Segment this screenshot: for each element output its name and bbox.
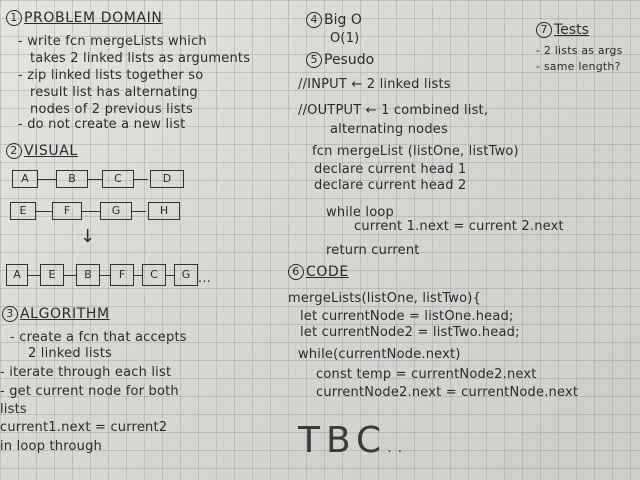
algorithm-line-2: 2 linked lists	[28, 346, 112, 361]
pseudo-line-4: while loop	[326, 205, 394, 220]
problem-line-2: takes 2 linked lists as arguments	[30, 51, 251, 66]
problem-line-4: result list has alternating	[30, 85, 198, 100]
node-link	[100, 275, 110, 276]
pseudo-line-1: fcn mergeList (listOne, listTwo)	[312, 144, 519, 159]
section-number-1: 1	[6, 10, 22, 26]
section-number-6: 6	[288, 264, 304, 280]
visual-heading: 2 VISUAL	[6, 143, 78, 159]
algorithm-line-3: - iterate through each list	[0, 365, 172, 380]
node-link	[134, 275, 142, 276]
big-o-value: O(1)	[330, 31, 360, 46]
code-heading: 6 CODE	[288, 264, 349, 280]
section-number-3: 3	[2, 306, 18, 322]
node-link	[132, 211, 146, 212]
problem-line-3: - zip linked lists together so	[18, 68, 204, 83]
problem-line-6: - do not create a new list	[18, 117, 186, 132]
pseudo-line-5: current 1.next = current 2.next	[354, 219, 564, 234]
list-node: F	[52, 202, 82, 220]
code-line-2: let currentNode = listOne.head;	[300, 309, 514, 324]
tests-title: Tests	[554, 22, 589, 38]
code-line-1: mergeLists(listOne, listTwo){	[288, 291, 482, 306]
section-number-5: 5	[306, 52, 322, 68]
list-node: D	[150, 170, 184, 188]
node-link	[28, 275, 40, 276]
pseudo-input: //INPUT ← 2 linked lists	[298, 77, 451, 92]
problem-domain-title: PROBLEM DOMAIN	[24, 10, 163, 26]
algorithm-line-4: - get current node for both	[0, 384, 179, 399]
algorithm-line-6: current1.next = current2	[0, 420, 168, 435]
pseudo-line-3: declare current head 2	[314, 178, 467, 193]
list-node: A	[6, 264, 28, 286]
code-line-5: const temp = currentNode2.next	[316, 367, 537, 382]
down-arrow-icon: ↓	[80, 226, 96, 247]
tbc-dots: ..	[387, 440, 409, 456]
algorithm-line-7: in loop through	[0, 439, 102, 454]
big-o-title: Big O	[324, 12, 362, 28]
big-o-heading: 4 Big O	[306, 12, 362, 28]
pseudo-line-2: declare current head 1	[314, 162, 467, 177]
list-node: B	[56, 170, 88, 188]
problem-line-1: - write fcn mergeLists which	[18, 34, 207, 49]
tests-heading: 7 Tests	[536, 22, 589, 38]
list-node: E	[10, 202, 36, 220]
tests-line-2: - same length?	[536, 60, 621, 73]
list-node: G	[174, 264, 198, 286]
pseudo-output-1: //OUTPUT ← 1 combined list,	[298, 103, 489, 118]
node-link	[38, 179, 56, 180]
list-node: C	[102, 170, 134, 188]
list-node: H	[148, 202, 180, 220]
algorithm-heading: 3 ALGORITHM	[2, 306, 110, 322]
problem-domain-heading: 1 PROBLEM DOMAIN	[6, 10, 162, 26]
node-link	[88, 179, 102, 180]
algorithm-line-5: lists	[0, 402, 27, 417]
ellipsis: ...	[198, 271, 211, 286]
pseudo-output-2: alternating nodes	[330, 122, 448, 137]
algorithm-title: ALGORITHM	[20, 306, 110, 322]
problem-line-5: nodes of 2 previous lists	[30, 102, 193, 117]
list-node: E	[40, 264, 64, 286]
tbc-text: TBC	[298, 420, 388, 461]
list-node: C	[142, 264, 166, 286]
list-node: G	[100, 202, 132, 220]
pseudo-line-6: return current	[326, 243, 420, 258]
section-number-4: 4	[306, 12, 322, 28]
node-link	[134, 179, 148, 180]
code-title: CODE	[306, 264, 349, 280]
node-link	[64, 275, 76, 276]
pseudo-heading: 5 Pesudo	[306, 52, 374, 68]
node-link	[36, 211, 52, 212]
tests-line-1: - 2 lists as args	[536, 44, 623, 57]
node-link	[166, 275, 174, 276]
list-node: B	[76, 264, 100, 286]
code-line-6: currentNode2.next = currentNode.next	[316, 385, 579, 400]
node-link	[82, 211, 100, 212]
section-number-7: 7	[536, 22, 552, 38]
section-number-2: 2	[6, 143, 22, 159]
list-node: A	[12, 170, 38, 188]
list-node: F	[110, 264, 134, 286]
pseudo-title: Pesudo	[324, 52, 375, 68]
tbc-note: TBC..	[298, 420, 408, 461]
algorithm-line-1: - create a fcn that accepts	[10, 330, 187, 345]
visual-title: VISUAL	[24, 143, 78, 159]
code-line-3: let currentNode2 = listTwo.head;	[300, 325, 520, 340]
code-line-4: while(currentNode.next)	[298, 347, 461, 362]
